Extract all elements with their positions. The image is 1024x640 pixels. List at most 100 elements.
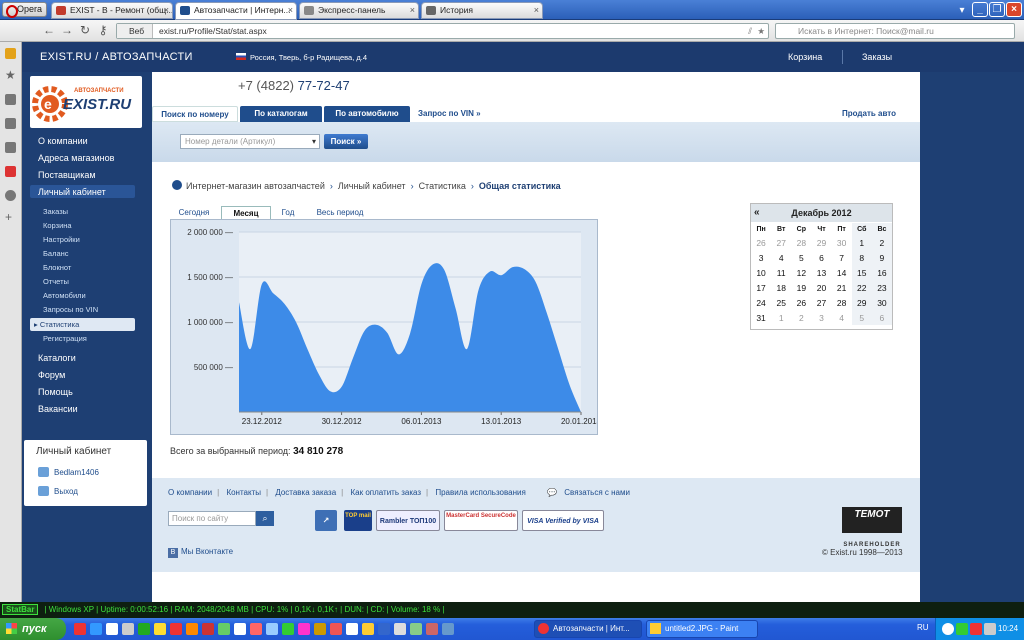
calendar-day[interactable]: 27	[771, 235, 791, 250]
tab-speed-dial[interactable]: Экспресс-панель ×	[299, 2, 419, 19]
menu-help[interactable]: Помощь	[38, 387, 73, 397]
calendar-day[interactable]: 31	[751, 310, 771, 325]
calendar-day[interactable]: 17	[751, 280, 771, 295]
submenu-orders[interactable]: Заказы	[43, 207, 68, 216]
mail-panel-icon[interactable]	[5, 94, 16, 105]
taskbar-browser-window[interactable]: Автозапчасти | Инт...	[534, 620, 642, 638]
submenu-balance[interactable]: Баланс	[43, 249, 69, 258]
calendar-day[interactable]: 22	[851, 280, 872, 295]
submenu-settings[interactable]: Настройки	[43, 235, 80, 244]
quicklaunch-app11-icon[interactable]	[330, 623, 342, 635]
calendar-day[interactable]: 7	[832, 250, 852, 265]
calendar-day[interactable]: 15	[851, 265, 872, 280]
quicklaunch-app-icon[interactable]	[122, 623, 134, 635]
quicklaunch-app14-icon[interactable]	[378, 623, 390, 635]
quicklaunch-word-icon[interactable]	[90, 623, 102, 635]
mastercard-badge[interactable]: MasterCard SecureCode	[444, 510, 518, 531]
back-icon[interactable]: ←	[42, 23, 56, 38]
site-brand[interactable]: EXIST.RU / АВТОЗАПЧАСТИ	[40, 51, 193, 63]
menu-shop-addresses[interactable]: Адреса магазинов	[38, 153, 114, 163]
menu-catalogs[interactable]: Каталоги	[38, 353, 76, 363]
quicklaunch-pdf-icon[interactable]	[170, 623, 182, 635]
tab-by-car[interactable]: По автомобилю	[324, 106, 410, 122]
username-link[interactable]: Bedlam1406	[54, 468, 99, 477]
calendar-day[interactable]: 28	[832, 295, 852, 310]
quicklaunch-excel-icon[interactable]	[138, 623, 150, 635]
url-field[interactable]: Веб exist.ru/Profile/Stat/stat.aspx ⫽ ★	[116, 23, 769, 39]
quicklaunch-app2-icon[interactable]	[186, 623, 198, 635]
quicklaunch-app12-icon[interactable]	[346, 623, 358, 635]
tab-search-by-number[interactable]: Поиск по номеру	[152, 106, 238, 122]
bookmark-star-icon[interactable]: ★	[757, 24, 765, 38]
calendar-day[interactable]: 25	[771, 295, 791, 310]
submenu-cars[interactable]: Автомобили	[43, 291, 86, 300]
clock[interactable]: 10:24	[998, 618, 1018, 640]
close-tab-icon[interactable]: ×	[534, 3, 539, 18]
menu-suppliers[interactable]: Поставщикам	[38, 170, 96, 180]
site-search-icon[interactable]: ⌕	[256, 511, 274, 526]
sell-car-link[interactable]: Продать авто	[842, 106, 896, 122]
period-tab-year[interactable]: Год	[276, 206, 300, 220]
quicklaunch-app6-icon[interactable]	[250, 623, 262, 635]
calendar-day[interactable]: 3	[811, 310, 831, 325]
calendar-day[interactable]: 5	[851, 310, 872, 325]
calendar-day[interactable]: 2	[871, 235, 892, 250]
calendar-day[interactable]: 1	[851, 235, 872, 250]
calendar-day[interactable]: 10	[751, 265, 771, 280]
calendar-day[interactable]: 26	[791, 295, 811, 310]
breadcrumb-cabinet[interactable]: Личный кабинет	[338, 181, 406, 191]
close-tab-icon[interactable]: ×	[288, 3, 293, 18]
close-tab-icon[interactable]: ×	[164, 3, 169, 18]
tab-exist-repair[interactable]: EXIST - B - Ремонт (общ... ×	[51, 2, 173, 19]
quicklaunch-app4-icon[interactable]	[218, 623, 230, 635]
submenu-notepad[interactable]: Блокнот	[43, 263, 71, 272]
rambler-badge[interactable]: Rambler ТОП100	[376, 510, 440, 531]
add-panel-icon[interactable]: +	[5, 211, 16, 223]
tray-volume-icon[interactable]	[984, 623, 996, 635]
calendar-day[interactable]: 20	[811, 280, 831, 295]
calendar-day[interactable]: 30	[832, 235, 852, 250]
period-tab-month[interactable]: Месяц	[221, 206, 271, 220]
tab-list-icon[interactable]: ▾	[954, 4, 970, 19]
close-tab-icon[interactable]: ×	[410, 3, 415, 18]
quicklaunch-app17-icon[interactable]	[426, 623, 438, 635]
tab-by-catalog[interactable]: По каталогам	[240, 106, 322, 122]
calendar-day[interactable]: 6	[811, 250, 831, 265]
submenu-reports[interactable]: Отчеты	[43, 277, 69, 286]
menu-about[interactable]: О компании	[38, 136, 88, 146]
language-indicator[interactable]: RU	[917, 623, 929, 632]
notes-panel-icon[interactable]	[5, 118, 16, 129]
calendar-day[interactable]: 27	[811, 295, 831, 310]
orders-link[interactable]: Заказы	[862, 52, 892, 62]
start-button[interactable]: пуск	[0, 618, 66, 640]
temot-logo[interactable]: TEMOT SHAREHOLDER	[842, 507, 902, 548]
minimize-icon[interactable]: _	[972, 2, 988, 17]
key-icon[interactable]: ⚷	[96, 23, 110, 38]
menu-jobs[interactable]: Вакансии	[38, 404, 78, 414]
period-tab-all[interactable]: Весь период	[312, 206, 368, 220]
calendar-day[interactable]: 2	[791, 310, 811, 325]
footer-link-contacts[interactable]: Контакты	[226, 488, 261, 497]
topmail-badge[interactable]: TOP mail	[344, 510, 372, 531]
exist-logo[interactable]: e АВТОЗАПЧАСТИ EXIST.RU	[30, 76, 142, 128]
submenu-registration[interactable]: Регистрация	[43, 334, 87, 343]
footer-link-payment[interactable]: Как оплатить заказ	[350, 488, 421, 497]
calendar-day[interactable]: 16	[871, 265, 892, 280]
tab-exist-shop[interactable]: Автозапчасти | Интерн... ×	[175, 2, 297, 20]
speed-dial-panel-icon[interactable]	[5, 48, 16, 59]
tab-history[interactable]: История ×	[421, 2, 543, 19]
submenu-cart[interactable]: Корзина	[43, 221, 72, 230]
rss-icon[interactable]: ⫽	[748, 24, 752, 38]
calendar-day[interactable]: 23	[871, 280, 892, 295]
quicklaunch-app8-icon[interactable]	[282, 623, 294, 635]
tray-network-icon[interactable]	[956, 623, 968, 635]
reload-icon[interactable]: ↻	[78, 23, 92, 38]
vin-request-link[interactable]: Запрос по VIN »	[418, 106, 481, 122]
calendar-day[interactable]: 1	[771, 310, 791, 325]
tray-antivirus-icon[interactable]	[970, 623, 982, 635]
menu-cabinet[interactable]: Личный кабинет	[38, 187, 106, 197]
quicklaunch-app18-icon[interactable]	[442, 623, 454, 635]
calendar-day[interactable]: 24	[751, 295, 771, 310]
taskbar-paint-window[interactable]: untitled2.JPG - Paint	[646, 620, 758, 638]
logout-link[interactable]: Выход	[54, 487, 78, 496]
